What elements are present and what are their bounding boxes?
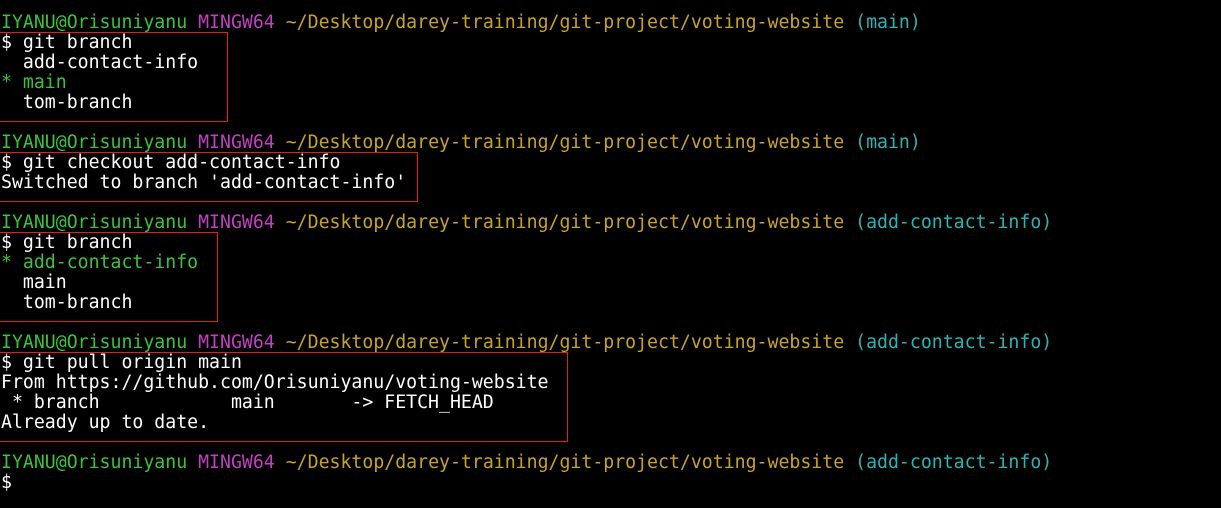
- prompt-user: IYANU@Orisuniyanu: [1, 212, 188, 233]
- branch-list-item-current: * add-contact-info: [1, 252, 199, 273]
- prompt-user: IYANU@Orisuniyanu: [1, 452, 188, 473]
- terminal-window[interactable]: IYANU@Orisuniyanu MINGW64 ~/Desktop/dare…: [1, 13, 1219, 493]
- prompt-branch: (add-contact-info): [855, 332, 1053, 353]
- prompt-host: MINGW64: [198, 452, 275, 473]
- output-line: From https://github.com/Orisuniyanu/voti…: [1, 372, 549, 393]
- prompt-line: IYANU@Orisuniyanu MINGW64 ~/Desktop/dare…: [1, 333, 1219, 353]
- prompt-user: IYANU@Orisuniyanu: [1, 12, 188, 33]
- prompt-path: ~/Desktop/darey-training/git-project/vot…: [285, 332, 845, 353]
- output-line: Already up to date.: [1, 412, 210, 433]
- prompt-user: IYANU@Orisuniyanu: [1, 132, 188, 153]
- command-line: $ git branch: [1, 32, 133, 53]
- text-cursor: [12, 474, 14, 490]
- prompt-host: MINGW64: [198, 132, 275, 153]
- prompt-line: IYANU@Orisuniyanu MINGW64 ~/Desktop/dare…: [1, 13, 1219, 33]
- prompt-user: IYANU@Orisuniyanu: [1, 332, 188, 353]
- prompt-branch: (main): [855, 12, 921, 33]
- prompt-line: IYANU@Orisuniyanu MINGW64 ~/Desktop/dare…: [1, 453, 1219, 473]
- prompt-host: MINGW64: [198, 332, 275, 353]
- output-line: Switched to branch 'add-contact-info': [1, 172, 407, 193]
- prompt-branch: (add-contact-info): [855, 452, 1053, 473]
- prompt-branch: (add-contact-info): [855, 212, 1053, 233]
- prompt-line: IYANU@Orisuniyanu MINGW64 ~/Desktop/dare…: [1, 133, 1219, 153]
- prompt-path: ~/Desktop/darey-training/git-project/vot…: [285, 452, 845, 473]
- prompt-branch: (main): [855, 132, 921, 153]
- command-line: $ git branch: [1, 232, 133, 253]
- prompt-host: MINGW64: [198, 212, 275, 233]
- output-line: * branch main -> FETCH_HEAD: [1, 392, 494, 413]
- branch-list-item: tom-branch: [1, 92, 133, 113]
- command-line: $ git checkout add-contact-info: [1, 152, 341, 173]
- branch-list-item-current: * main: [1, 72, 67, 93]
- command-line: $ git pull origin main: [1, 352, 242, 373]
- prompt-path: ~/Desktop/darey-training/git-project/vot…: [285, 12, 845, 33]
- prompt-path: ~/Desktop/darey-training/git-project/vot…: [285, 212, 845, 233]
- command-input-line[interactable]: $: [1, 473, 1219, 493]
- branch-list-item: main: [1, 272, 67, 293]
- command-prompt-symbol: $: [1, 472, 12, 493]
- prompt-path: ~/Desktop/darey-training/git-project/vot…: [285, 132, 845, 153]
- prompt-line: IYANU@Orisuniyanu MINGW64 ~/Desktop/dare…: [1, 213, 1219, 233]
- prompt-host: MINGW64: [198, 12, 275, 33]
- branch-list-item: tom-branch: [1, 292, 133, 313]
- branch-list-item: add-contact-info: [1, 52, 199, 73]
